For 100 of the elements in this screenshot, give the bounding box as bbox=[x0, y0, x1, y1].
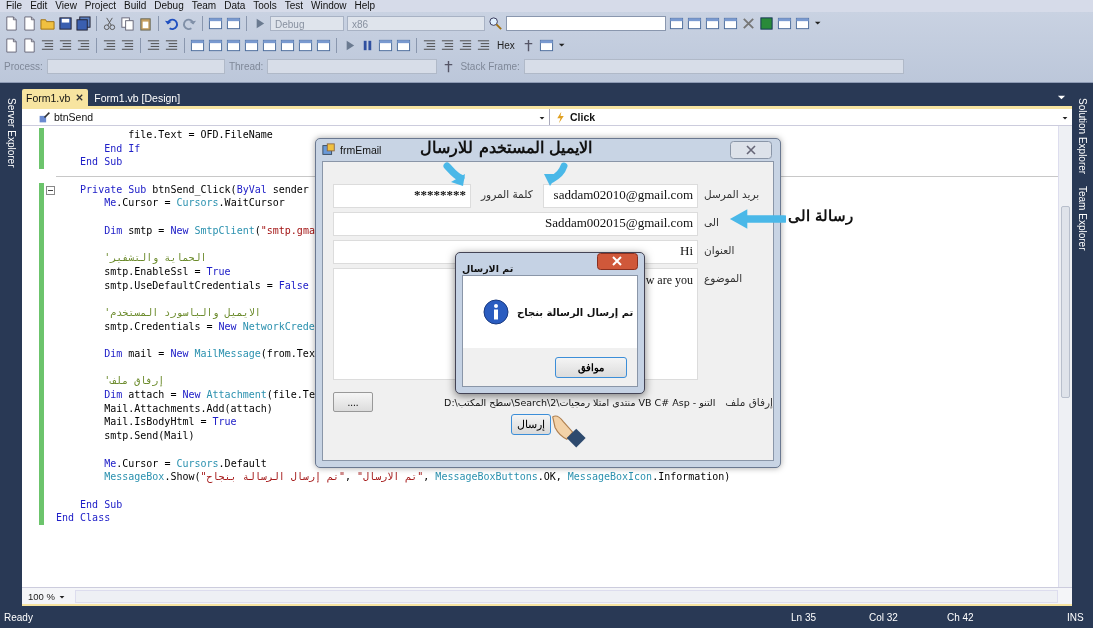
lines-icon[interactable] bbox=[164, 38, 179, 53]
send-button[interactable]: إرسال bbox=[511, 414, 551, 435]
lines-icon[interactable] bbox=[58, 38, 73, 53]
window-icon[interactable] bbox=[280, 38, 295, 53]
window-title: frmEmail bbox=[340, 144, 382, 156]
window-icon[interactable] bbox=[226, 16, 241, 31]
browse-button[interactable]: .... bbox=[333, 392, 373, 412]
code-line: Mail.Attachments.Add(attach) bbox=[103, 401, 273, 416]
save-all-icon[interactable] bbox=[76, 16, 91, 31]
code-line: Dim smtp = New SmtpClient("smtp.gma bbox=[103, 223, 315, 238]
menu-item[interactable]: Edit bbox=[28, 0, 54, 12]
vertical-scrollbar[interactable] bbox=[1058, 126, 1072, 587]
window-icon[interactable] bbox=[538, 38, 554, 53]
lines-icon[interactable] bbox=[120, 38, 135, 53]
zoom-dropdown[interactable]: 100 % bbox=[22, 590, 58, 602]
lines-icon[interactable] bbox=[422, 38, 437, 53]
window-icon[interactable] bbox=[262, 38, 277, 53]
horizontal-scrollbar[interactable] bbox=[75, 589, 1058, 603]
lines-icon[interactable] bbox=[40, 38, 55, 53]
document-tab[interactable]: Form1.vb [Design] bbox=[90, 89, 185, 106]
paste-icon[interactable] bbox=[138, 16, 153, 31]
window-icon[interactable] bbox=[795, 16, 810, 31]
server-explorer-tab[interactable]: Server Explorer bbox=[5, 92, 17, 174]
dropdown-icon[interactable] bbox=[1057, 93, 1066, 102]
undo-icon[interactable] bbox=[164, 16, 179, 31]
box-icon[interactable] bbox=[759, 16, 774, 31]
window-icon[interactable] bbox=[244, 38, 259, 53]
window-icon[interactable] bbox=[190, 38, 205, 53]
file-path: D:\سطح المكتب\Search\منتدى امتلا رمجيات\2 VB C# Asp - التنو bbox=[443, 396, 716, 408]
hex-button[interactable]: Hex bbox=[494, 40, 518, 51]
form-icon bbox=[322, 143, 336, 157]
code-line: smtp.Credentials = New NetworkCrede bbox=[103, 319, 315, 334]
save-icon[interactable] bbox=[58, 16, 73, 31]
code-line: Dim mail = New MailMessage(from.Tex bbox=[103, 347, 315, 361]
add-item-icon[interactable] bbox=[22, 16, 37, 31]
ok-button[interactable]: موافق bbox=[555, 356, 627, 378]
char-number: Ch 42 bbox=[947, 611, 975, 623]
lines-icon[interactable] bbox=[476, 38, 491, 53]
search-icon[interactable] bbox=[488, 16, 503, 31]
menu-item[interactable]: Project bbox=[82, 0, 122, 12]
menu-item[interactable]: Tools bbox=[251, 0, 283, 12]
recipient-field[interactable]: Saddam002015@gmail.com bbox=[333, 212, 698, 236]
window-icon[interactable] bbox=[396, 38, 411, 53]
form-label: كلمة المرور bbox=[479, 187, 534, 203]
method-dropdown[interactable]: Click bbox=[550, 109, 1072, 125]
side-panel-tab[interactable]: Solution Explorer bbox=[1077, 92, 1088, 181]
annotation-text: الايميل المستخدم للارسال bbox=[420, 138, 593, 157]
document-tab[interactable]: Form1.vb bbox=[22, 89, 89, 106]
line-number: Ln 35 bbox=[791, 611, 818, 623]
form-label: إرفاق ملف bbox=[724, 396, 773, 408]
code-line: End Sub bbox=[79, 497, 123, 512]
menu-item[interactable]: Build bbox=[122, 0, 153, 12]
menu-item[interactable]: Data bbox=[222, 0, 252, 12]
copy-icon[interactable] bbox=[120, 16, 135, 31]
stack-frame-label: Stack Frame: bbox=[460, 61, 520, 72]
menu-item[interactable]: File bbox=[4, 0, 29, 12]
window-icon[interactable] bbox=[723, 16, 738, 31]
window-icon[interactable] bbox=[378, 38, 393, 53]
code-line: 'الايميل والباسورد المستخدم bbox=[103, 305, 261, 320]
new-project-icon[interactable] bbox=[4, 16, 19, 31]
menu-item[interactable]: Team bbox=[189, 0, 223, 12]
info-icon bbox=[483, 299, 509, 325]
code-line: smtp.UseDefaultCredentials = False bbox=[103, 278, 309, 293]
process-label: Process: bbox=[4, 61, 43, 72]
lines-icon[interactable] bbox=[76, 38, 91, 53]
page-icon[interactable] bbox=[22, 38, 37, 53]
side-panel-tab[interactable]: Team Explorer bbox=[1077, 180, 1088, 257]
close-button[interactable] bbox=[730, 141, 772, 159]
menu-item[interactable]: View bbox=[53, 0, 83, 12]
window-icon[interactable] bbox=[777, 16, 792, 31]
window-icon[interactable] bbox=[669, 16, 684, 31]
lines-icon[interactable] bbox=[146, 38, 161, 53]
class-dropdown[interactable]: btnSend bbox=[22, 109, 550, 125]
code-line: End Sub bbox=[79, 155, 123, 170]
window-icon[interactable] bbox=[298, 38, 313, 53]
lines-icon[interactable] bbox=[458, 38, 473, 53]
password-field[interactable]: ******** bbox=[333, 184, 471, 208]
menu-item[interactable]: Window bbox=[309, 0, 353, 12]
status-text: Ready bbox=[4, 611, 34, 623]
cut-icon[interactable] bbox=[102, 16, 117, 31]
window-icon[interactable] bbox=[208, 38, 223, 53]
sender-field[interactable]: saddam02010@gmail.com bbox=[543, 184, 698, 208]
menu-item[interactable]: Test bbox=[282, 0, 309, 12]
form-label: العنوان bbox=[703, 243, 736, 259]
window-icon[interactable] bbox=[687, 16, 702, 31]
menu-item[interactable]: Debug bbox=[152, 0, 190, 12]
window-icon[interactable] bbox=[705, 16, 720, 31]
window-icon[interactable] bbox=[208, 16, 223, 31]
lines-icon[interactable] bbox=[102, 38, 117, 53]
menu-item[interactable]: Help bbox=[352, 0, 382, 12]
close-icon[interactable] bbox=[75, 93, 85, 102]
window-icon[interactable] bbox=[316, 38, 331, 53]
close-button[interactable] bbox=[597, 252, 638, 270]
page-icon[interactable] bbox=[4, 38, 19, 53]
window-icon[interactable] bbox=[226, 38, 241, 53]
code-line: file.Text = OFD.FileName bbox=[127, 128, 273, 142]
find-field[interactable] bbox=[506, 16, 666, 31]
insert-mode: INS bbox=[1067, 611, 1085, 623]
lines-icon[interactable] bbox=[440, 38, 455, 53]
collapse-icon[interactable] bbox=[46, 185, 55, 195]
